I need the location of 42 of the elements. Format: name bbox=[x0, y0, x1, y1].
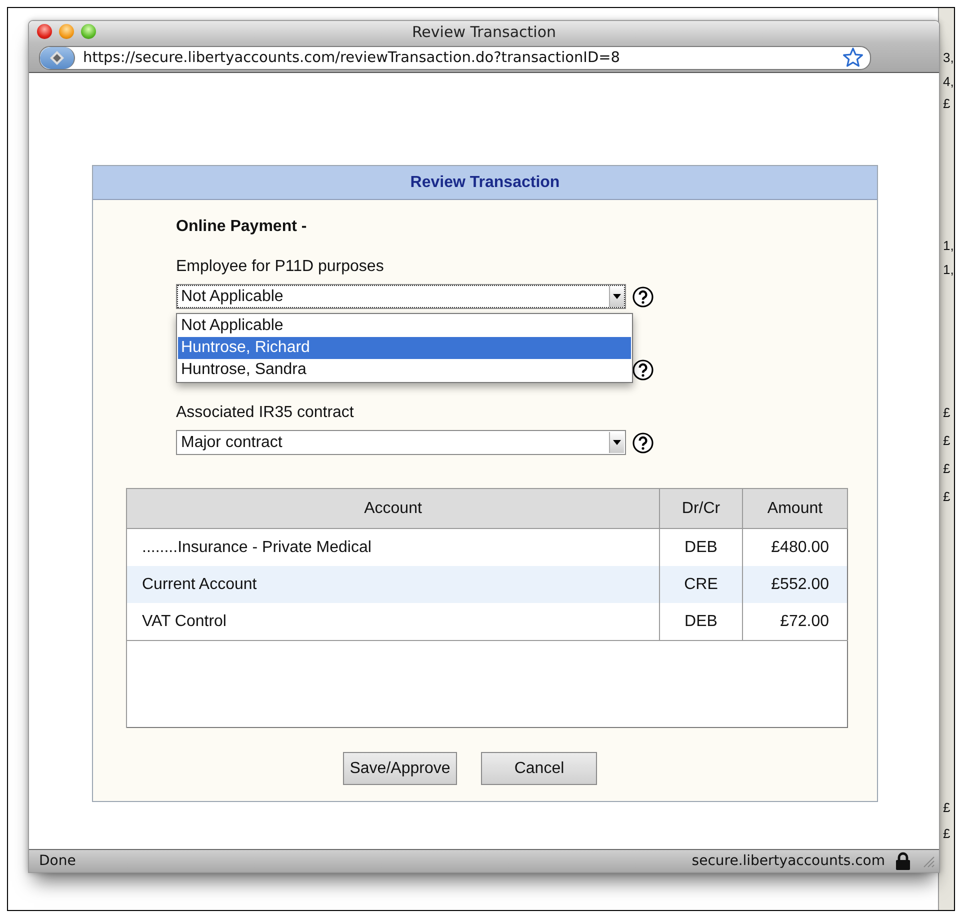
close-icon[interactable] bbox=[37, 24, 52, 39]
background-text: £ bbox=[943, 405, 950, 420]
dropdown-option[interactable]: Huntrose, Sandra bbox=[178, 359, 631, 381]
dialog-title: Review Transaction bbox=[93, 166, 877, 200]
field-label: Employee for P11D purposes bbox=[176, 258, 385, 276]
help-icon[interactable] bbox=[632, 432, 654, 454]
payment-heading: Online Payment - bbox=[176, 218, 308, 236]
table-cell: £552.00 bbox=[742, 566, 848, 603]
dropdown-option[interactable]: Huntrose, Richard bbox=[178, 337, 631, 359]
background-text: 4, bbox=[943, 74, 954, 89]
site-icon[interactable] bbox=[40, 46, 75, 68]
background-text: 1, bbox=[943, 262, 954, 277]
dropdown-field[interactable]: Not Applicable bbox=[176, 284, 626, 309]
bookmark-star-icon[interactable] bbox=[842, 47, 864, 68]
url-text: https://secure.libertyaccounts.com/reviewTransaction.do?transactionID=8 bbox=[83, 50, 621, 66]
resize-grip-icon[interactable] bbox=[921, 854, 935, 868]
column-header: Account bbox=[126, 488, 660, 528]
window-title: Review Transaction bbox=[412, 23, 556, 41]
address-bar[interactable]: https://secure.libertyaccounts.com/reviewTransaction.do?transactionID=8 bbox=[39, 46, 871, 70]
status-host: secure.libertyaccounts.com bbox=[692, 853, 885, 869]
dropdown-field[interactable]: Major contract bbox=[176, 430, 626, 455]
background-text: £ bbox=[943, 826, 950, 841]
column-header: Dr/Cr bbox=[660, 488, 742, 528]
background-text: £ bbox=[943, 433, 950, 448]
table-cell: Current Account bbox=[126, 566, 660, 603]
background-text: £ bbox=[943, 96, 950, 111]
field-label: Associated IR35 contract bbox=[176, 404, 355, 422]
background-text: £ bbox=[943, 489, 950, 504]
cancel-button[interactable]: Cancel bbox=[481, 752, 598, 785]
background-text: £ bbox=[943, 800, 950, 815]
table-cell: CRE bbox=[660, 566, 742, 603]
background-text: 1, bbox=[943, 238, 954, 253]
dropdown-option[interactable]: Not Applicable bbox=[178, 315, 631, 337]
column-header: Amount bbox=[742, 488, 848, 528]
save-approve-button[interactable]: Save/Approve bbox=[342, 752, 458, 785]
background-text: 3, bbox=[943, 50, 954, 65]
help-icon[interactable] bbox=[632, 286, 654, 308]
background-text: £ bbox=[943, 461, 950, 476]
status-text: Done bbox=[39, 853, 76, 869]
lock-icon bbox=[895, 852, 911, 870]
help-icon[interactable] bbox=[632, 358, 654, 380]
table-row[interactable]: Current Account CRE £552.00 bbox=[126, 566, 848, 603]
